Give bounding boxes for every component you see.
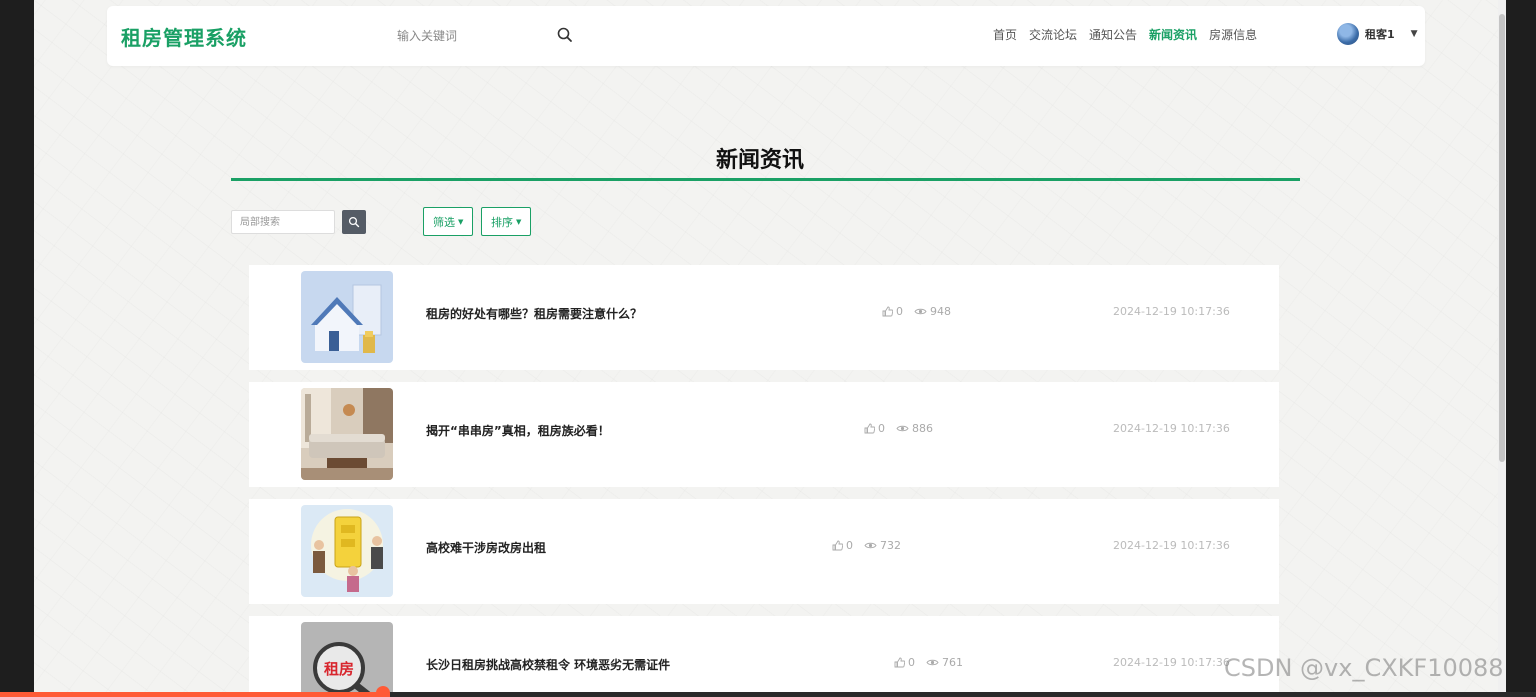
news-title[interactable]: 揭开“串串房”真相，租房族必看！ — [426, 422, 610, 439]
view-count: 761 — [942, 656, 963, 669]
news-stats: 0 948 — [882, 305, 951, 318]
sort-button[interactable]: 排序 ▼ — [481, 207, 532, 236]
user-name: 租客1 — [1365, 28, 1395, 41]
caret-down-icon: ▼ — [458, 217, 464, 226]
nav-notice[interactable]: 通知公告 — [1089, 26, 1137, 43]
scrollbar-thumb[interactable] — [1499, 14, 1505, 462]
filter-button[interactable]: 筛选 ▼ — [423, 207, 474, 236]
local-search-input[interactable] — [231, 210, 335, 234]
avatar — [1337, 23, 1359, 45]
user-menu[interactable]: 租客1 ▼ — [1337, 23, 1418, 45]
thumbs-up-icon — [882, 306, 893, 317]
thumbs-up-icon — [894, 657, 905, 668]
chevron-down-icon: ▼ — [1410, 29, 1418, 39]
view-count: 948 — [930, 305, 951, 318]
news-list-item[interactable]: 租房的好处有哪些？租房需要注意什么？ 0 948 2024-12-19 10:1… — [249, 265, 1279, 370]
eye-icon — [914, 308, 927, 315]
search-icon — [348, 216, 360, 228]
like-count: 0 — [896, 305, 903, 318]
news-date: 2024-12-19 10:17:36 — [1113, 305, 1230, 318]
thumbs-up-icon — [864, 423, 875, 434]
eye-icon — [896, 425, 909, 432]
news-date: 2024-12-19 10:17:36 — [1113, 656, 1230, 669]
nav-home[interactable]: 首页 — [993, 26, 1017, 43]
news-title[interactable]: 租房的好处有哪些？租房需要注意什么？ — [426, 305, 642, 322]
thumbs-up-icon — [832, 540, 843, 551]
nav-news[interactable]: 新闻资讯 — [1149, 26, 1197, 43]
news-date: 2024-12-19 10:17:36 — [1113, 539, 1230, 552]
video-progress-fill — [0, 692, 385, 697]
like-count: 0 — [878, 422, 885, 435]
local-search-button[interactable] — [342, 210, 366, 234]
eye-icon — [926, 659, 939, 666]
like-count: 0 — [846, 539, 853, 552]
filter-label: 筛选 — [433, 215, 455, 229]
page-viewport: 租房管理系统 首页 交流论坛 通知公告 新闻资讯 房源信息 租客1 ▼ 新闻资讯… — [34, 0, 1504, 692]
news-stats: 0 886 — [864, 422, 933, 435]
view-count: 732 — [880, 539, 901, 552]
eye-icon — [864, 542, 877, 549]
news-title[interactable]: 长沙日租房挑战高校禁租令 环境恶劣无需证件 — [426, 656, 670, 673]
top-header: 租房管理系统 首页 交流论坛 通知公告 新闻资讯 房源信息 租客1 ▼ — [107, 6, 1425, 66]
nav-listings[interactable]: 房源信息 — [1209, 26, 1257, 43]
news-thumbnail-living-room[interactable] — [301, 388, 393, 480]
keyword-search-input[interactable] — [397, 24, 577, 48]
news-thumbnail-magnifier[interactable]: 租房 — [301, 622, 393, 692]
news-stats: 0 761 — [894, 656, 963, 669]
search-icon[interactable] — [556, 26, 574, 44]
news-list-item[interactable]: 高校难干涉房改房出租 0 732 2024-12-19 10:17:36 — [249, 499, 1279, 604]
news-thumbnail-house-model[interactable] — [301, 271, 393, 363]
news-stats: 0 732 — [832, 539, 901, 552]
thumbnail-text: 租房 — [324, 660, 354, 678]
video-progress-handle[interactable] — [376, 686, 390, 697]
news-list-item[interactable]: 租房 长沙日租房挑战高校禁租令 环境恶劣无需证件 0 761 2024-12-1… — [249, 616, 1279, 692]
sort-label: 排序 — [491, 215, 513, 229]
view-count: 886 — [912, 422, 933, 435]
main-nav: 首页 交流论坛 通知公告 新闻资讯 房源信息 — [993, 26, 1257, 43]
nav-forum[interactable]: 交流论坛 — [1029, 26, 1077, 43]
news-date: 2024-12-19 10:17:36 — [1113, 422, 1230, 435]
news-list-item[interactable]: 揭开“串串房”真相，租房族必看！ 0 886 2024-12-19 10:17:… — [249, 382, 1279, 487]
news-thumbnail-cartoon[interactable] — [301, 505, 393, 597]
page-title: 新闻资讯 — [716, 148, 805, 173]
caret-down-icon: ▼ — [516, 217, 522, 226]
watermark: CSDN @vx_CXKF10088 — [1224, 654, 1504, 682]
title-divider — [231, 178, 1300, 181]
news-title[interactable]: 高校难干涉房改房出租 — [426, 539, 546, 556]
site-logo[interactable]: 租房管理系统 — [121, 22, 247, 51]
like-count: 0 — [908, 656, 915, 669]
